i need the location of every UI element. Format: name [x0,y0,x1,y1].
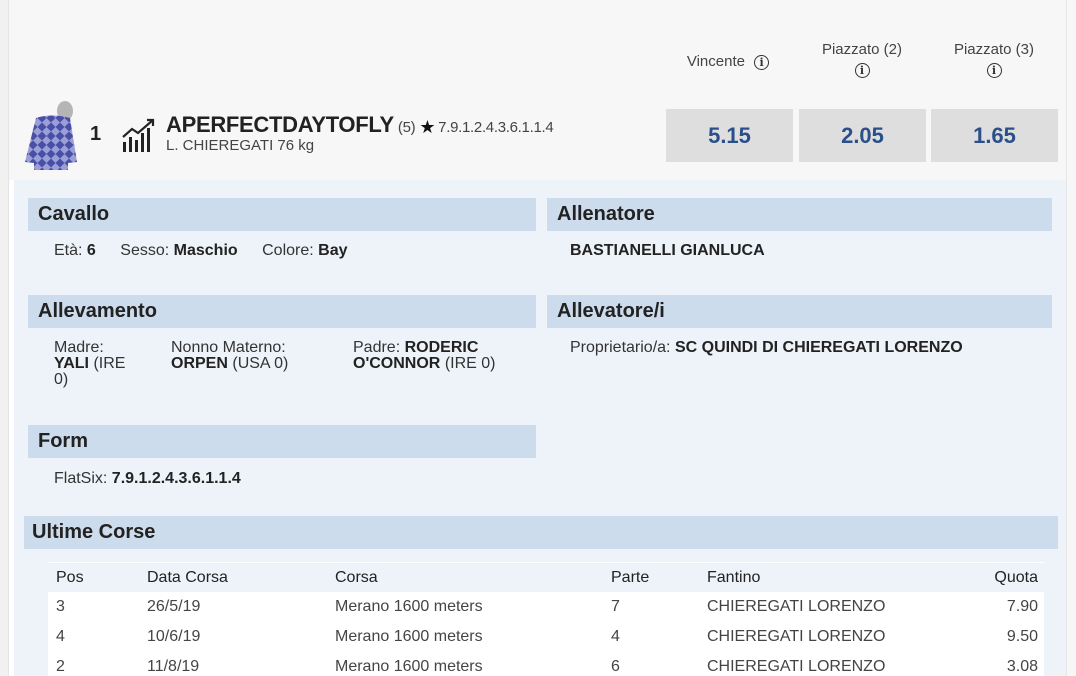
section-header-ultime-corse: Ultime Corse [24,516,1058,549]
recent-form: 7.9.1.2.4.3.6.1.1.4 [438,119,554,136]
scrollbar[interactable] [1066,0,1076,676]
sire-name-2: O'CONNOR [353,355,441,372]
horse-info-row: Età: 6 Sesso: Maschio Colore: Bay [54,242,348,259]
table-row: 2 11/8/19 Merano 1600 meters 6 CHIEREGAT… [48,652,1044,676]
column-header-date[interactable]: Data Corsa [147,563,228,593]
section-header-cavallo: Cavallo [28,198,536,231]
column-header-jockey[interactable]: Fantino [707,563,760,593]
column-header-odds[interactable]: Quota [994,563,1038,593]
trend-chart-icon[interactable] [120,116,158,154]
form-info: FlatSix: 7.9.1.2.4.3.6.1.1.4 [54,470,241,487]
odds-header-vincente: Vincente i [668,53,788,70]
section-header-allenatore: Allenatore [547,198,1052,231]
table-row: 4 10/6/19 Merano 1600 meters 4 CHIEREGAT… [48,622,1044,653]
table-header: Pos Data Corsa Corsa Parte Fantino Quota [48,562,1044,595]
trainer-name: BASTIANELLI GIANLUCA [570,242,765,259]
column-header-race[interactable]: Corsa [335,563,378,593]
draw-number: (5) [397,119,416,136]
odds-button-vincente[interactable]: 5.15 [666,109,793,162]
age-value: 6 [86,242,96,259]
section-header-allevatore: Allevatore/i [547,295,1052,328]
dam-info: Madre: YALI (IRE 0) [54,339,126,388]
info-circle-icon[interactable]: i [754,54,770,70]
left-rail [0,0,9,676]
jockey-weight: L. CHIEREGATI 76 kg [166,137,315,154]
damsire-info: Nonno Materno: ORPEN (USA 0) [171,339,289,372]
owner-info: Proprietario/a: SC QUINDI DI CHIEREGATI … [570,339,963,356]
info-circle-icon[interactable]: i [986,62,1002,78]
column-header-pos[interactable]: Pos [56,563,84,593]
owner-name: SC QUINDI DI CHIEREGATI LORENZO [674,339,963,356]
runner-number: 1 [90,123,102,145]
horse-name[interactable]: APERFECTDAYTOFLY [166,112,394,137]
damsire-name: ORPEN [171,355,228,372]
jockey-silks-icon [25,101,77,170]
dam-name: YALI [54,355,89,372]
color-value: Bay [318,242,348,259]
section-header-form: Form [28,425,536,458]
column-header-start[interactable]: Parte [611,563,649,593]
odds-header-label: Vincente [686,53,745,70]
odds-button-piazzato-3[interactable]: 1.65 [931,109,1058,162]
odds-header-piazzato-3: Piazzato (3) i [932,41,1056,78]
horse-name-row: APERFECTDAYTOFLY (5) ★ 7.9.1.2.4.3.6.1.1.4 [166,112,554,138]
odds-button-piazzato-2[interactable]: 2.05 [799,109,926,162]
sire-info: Padre: RODERIC O'CONNOR (IRE 0) [353,339,496,372]
section-header-allevamento: Allevamento [28,295,536,328]
star-icon[interactable]: ★ [419,117,435,138]
sex-value: Maschio [173,242,238,259]
odds-header-piazzato-2: Piazzato (2) i [800,41,924,78]
odds-header-label: Piazzato (2) [821,41,903,58]
odds-header-label: Piazzato (3) [953,41,1035,58]
info-circle-icon[interactable]: i [854,62,870,78]
form-value: 7.9.1.2.4.3.6.1.1.4 [111,470,241,487]
sire-name-1: RODERIC [404,339,479,356]
table-row: 3 26/5/19 Merano 1600 meters 7 CHIEREGAT… [48,592,1044,623]
